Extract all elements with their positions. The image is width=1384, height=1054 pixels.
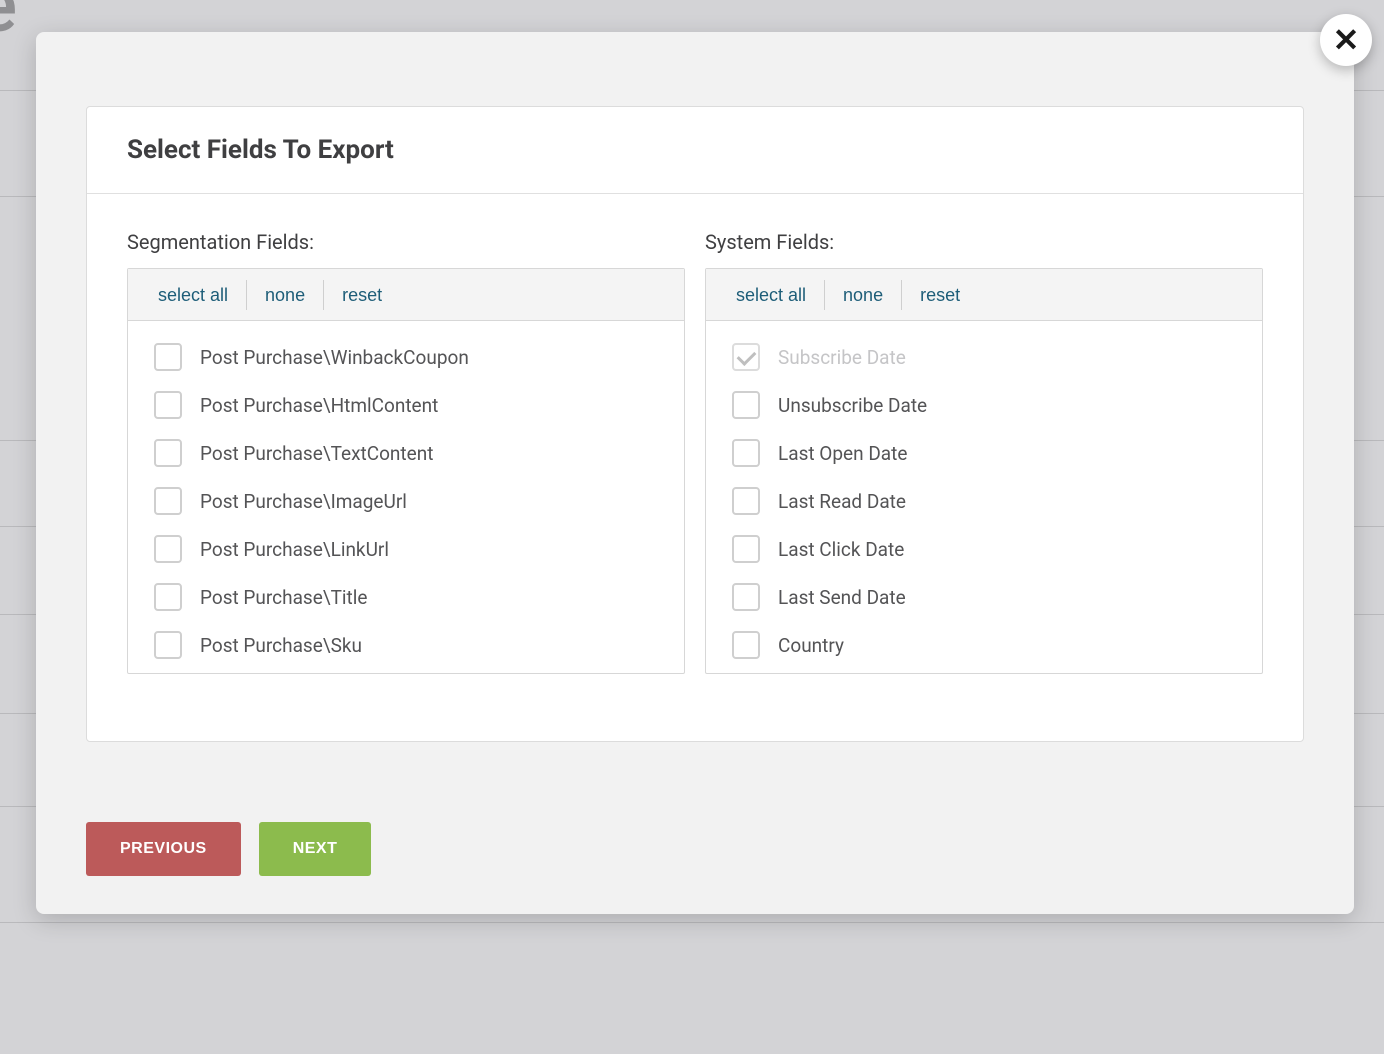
checkbox[interactable] [732,439,760,467]
field-label: Post Purchase\TextContent [200,442,433,465]
checkbox [732,343,760,371]
segmentation-heading: Segmentation Fields: [127,230,685,254]
close-icon: ✕ [1333,21,1360,59]
modal-footer: PREVIOUS NEXT [86,822,371,876]
checkbox[interactable] [154,583,182,611]
system-field-item[interactable]: Last Send Date [732,583,1236,611]
segmentation-field-item[interactable]: Post Purchase\TextContent [154,439,658,467]
segmentation-field-item[interactable]: Post Purchase\ImageUrl [154,487,658,515]
field-label: Last Read Date [778,490,906,513]
checkbox[interactable] [732,583,760,611]
checkbox[interactable] [732,631,760,659]
system-field-item: Subscribe Date [732,343,1236,371]
field-label: Post Purchase\LinkUrl [200,538,389,561]
checkbox[interactable] [732,391,760,419]
segmentation-field-item[interactable]: Post Purchase\LinkUrl [154,535,658,563]
segmentation-field-item[interactable]: Post Purchase\Title [154,583,658,611]
background-page-title: iase [0,0,16,50]
field-label: Post Purchase\WinbackCoupon [200,346,469,369]
system-select-all-button[interactable]: select all [718,280,824,310]
checkbox[interactable] [154,631,182,659]
system-field-box: select all none reset Subscribe Date Unsu… [705,268,1263,674]
system-none-button[interactable]: none [825,280,901,310]
segmentation-reset-button[interactable]: reset [324,280,400,310]
system-field-item[interactable]: Last Click Date [732,535,1236,563]
field-label: Last Send Date [778,586,906,609]
modal-card: Select Fields To Export Segmentation Fie… [86,106,1304,742]
modal-body: Segmentation Fields: select all none res… [87,194,1303,734]
close-button[interactable]: ✕ [1320,14,1372,66]
field-label: Last Open Date [778,442,907,465]
segmentation-field-item[interactable]: Post Purchase\Sku [154,631,658,659]
checkbox[interactable] [154,391,182,419]
field-label: Post Purchase\Title [200,586,367,609]
checkbox[interactable] [732,535,760,563]
system-toolbar: select all none reset [706,269,1262,321]
field-label: Post Purchase\Sku [200,634,362,657]
checkbox[interactable] [154,343,182,371]
divider [0,922,1384,923]
segmentation-select-all-button[interactable]: select all [140,280,246,310]
checkbox[interactable] [154,439,182,467]
modal-header: Select Fields To Export [87,107,1303,194]
export-fields-modal: ✕ Select Fields To Export Segmentation F… [36,32,1354,914]
previous-button[interactable]: PREVIOUS [86,822,241,876]
segmentation-none-button[interactable]: none [247,280,323,310]
field-label: Unsubscribe Date [778,394,927,417]
system-field-list: Subscribe Date Unsubscribe Date Last Open … [706,321,1262,673]
segmentation-toolbar: select all none reset [128,269,684,321]
field-label: Post Purchase\ImageUrl [200,490,407,513]
system-field-item[interactable]: Last Open Date [732,439,1236,467]
checkbox[interactable] [154,535,182,563]
next-button[interactable]: NEXT [259,822,372,876]
system-field-item[interactable]: Country [732,631,1236,659]
segmentation-field-item[interactable]: Post Purchase\HtmlContent [154,391,658,419]
segmentation-column: Segmentation Fields: select all none res… [127,230,685,674]
segmentation-field-list: Post Purchase\WinbackCoupon Post Purchase… [128,321,684,673]
system-field-item[interactable]: Last Read Date [732,487,1236,515]
checkbox[interactable] [732,487,760,515]
system-field-item[interactable]: Unsubscribe Date [732,391,1236,419]
field-label: Post Purchase\HtmlContent [200,394,438,417]
field-label: Country [778,634,844,657]
system-column: System Fields: select all none reset Sub… [705,230,1263,674]
checkbox[interactable] [154,487,182,515]
modal-title: Select Fields To Export [127,135,1263,165]
field-label: Subscribe Date [778,346,906,369]
segmentation-field-box: select all none reset Post Purchase\Winb… [127,268,685,674]
system-heading: System Fields: [705,230,1263,254]
field-label: Last Click Date [778,538,904,561]
segmentation-field-item[interactable]: Post Purchase\WinbackCoupon [154,343,658,371]
system-reset-button[interactable]: reset [902,280,978,310]
